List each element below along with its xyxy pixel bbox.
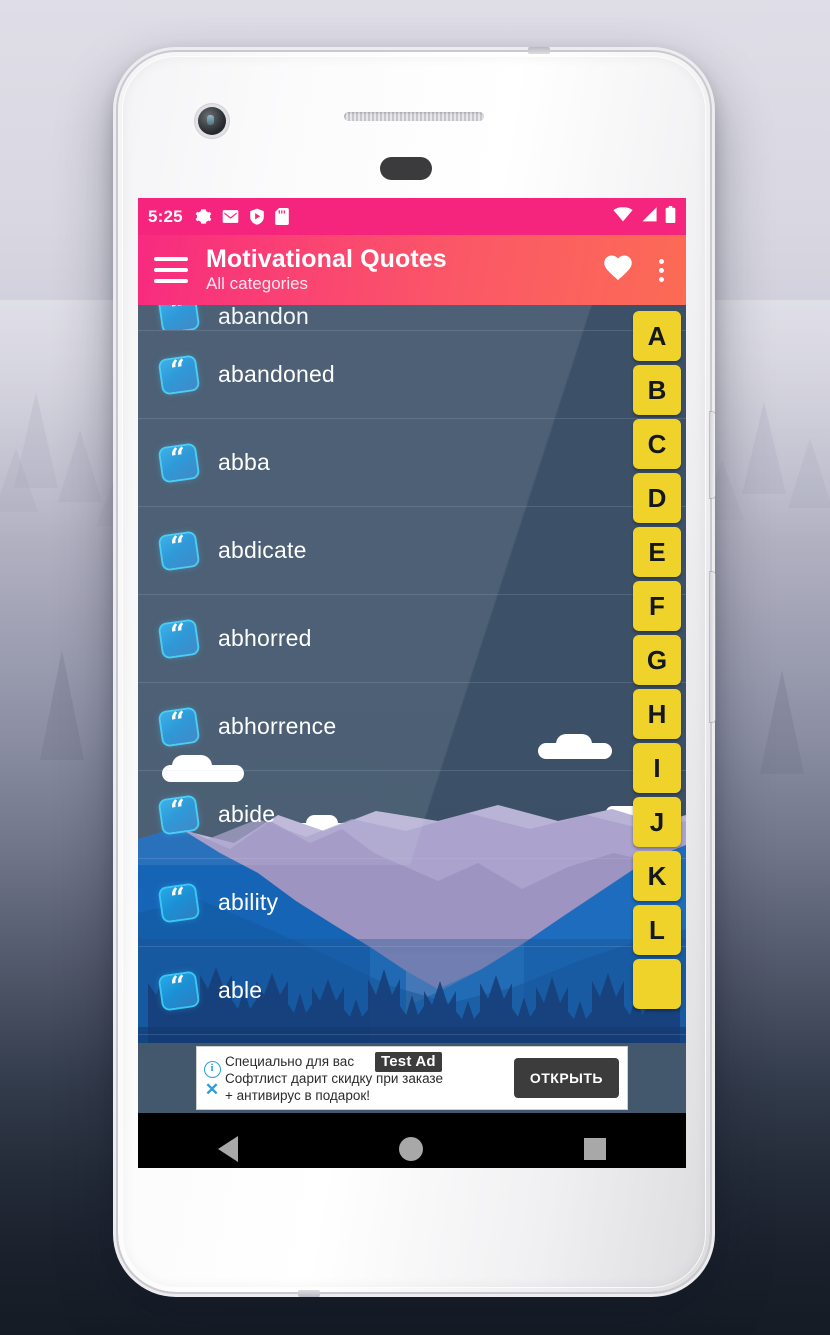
- app-bar-actions: [603, 254, 670, 286]
- alpha-tile-k[interactable]: K: [633, 851, 681, 901]
- info-icon[interactable]: i: [203, 1060, 221, 1078]
- back-triangle-icon[interactable]: [218, 1136, 239, 1162]
- list-item-label: abdicate: [218, 537, 307, 563]
- phone-device: 5:25 Motivational Quotes All categories …: [118, 47, 715, 1297]
- list-item-label: abandoned: [218, 361, 335, 387]
- list-item-label: abhorred: [218, 625, 312, 651]
- list-item[interactable]: “ abandoned: [138, 331, 686, 419]
- quote-mark-icon: “: [159, 969, 199, 1009]
- front-camera-icon: [198, 107, 226, 135]
- status-bar-right-icons: [613, 205, 676, 228]
- fog-tree: [760, 670, 804, 774]
- fog-tree: [742, 402, 786, 494]
- quote-mark-icon: “: [159, 881, 199, 921]
- quote-mark-icon: “: [159, 617, 199, 657]
- list-item-label: ability: [218, 889, 279, 915]
- list-item-label: abide: [218, 801, 276, 827]
- list-item-label: abandon: [218, 305, 309, 329]
- list-item-label: abhorrence: [218, 713, 337, 739]
- word-list: “ abandon “ abandoned “ abba “ abdicate …: [138, 305, 686, 1035]
- fog-tree: [788, 438, 830, 508]
- battery-icon: [665, 205, 676, 228]
- quote-glyph: “: [168, 353, 189, 387]
- page-title: Motivational Quotes: [206, 245, 447, 274]
- alpha-tile-g[interactable]: G: [633, 635, 681, 685]
- ad-container[interactable]: i ✕ Специально для вас Софтлист дарит ск…: [196, 1046, 628, 1110]
- quote-glyph: “: [168, 441, 189, 475]
- quote-mark-icon: “: [159, 705, 199, 745]
- list-item[interactable]: “ abandon: [138, 305, 686, 331]
- quote-mark-icon: “: [159, 353, 199, 393]
- page-subtitle: All categories: [206, 274, 309, 294]
- quote-glyph: “: [168, 529, 189, 563]
- list-item-label: able: [218, 977, 263, 1003]
- test-ad-badge: Test Ad: [375, 1051, 442, 1072]
- alpha-tile-i[interactable]: I: [633, 743, 681, 793]
- list-item[interactable]: “ abhorred: [138, 595, 686, 683]
- home-circle-icon[interactable]: [398, 1137, 423, 1161]
- alphabet-index[interactable]: A B C D E F G H I J K L: [633, 311, 681, 1009]
- quote-glyph: “: [168, 793, 189, 827]
- list-item-label: abba: [218, 449, 270, 475]
- alpha-tile-f[interactable]: F: [633, 581, 681, 631]
- alpha-tile-h[interactable]: H: [633, 689, 681, 739]
- volume-rocker-button[interactable]: [710, 572, 715, 722]
- quote-glyph: “: [168, 705, 189, 739]
- play-protect-icon: [249, 208, 265, 225]
- alpha-tile-a[interactable]: A: [633, 311, 681, 361]
- antenna-line-bottom: [298, 1290, 320, 1297]
- android-navigation-bar: [138, 1113, 686, 1168]
- more-vertical-icon[interactable]: [653, 255, 670, 286]
- ad-cta-button[interactable]: ОТКРЫТЬ: [513, 1058, 619, 1098]
- quote-mark-icon: “: [159, 305, 199, 330]
- ad-line-1: Специально для вас: [225, 1053, 355, 1069]
- alpha-tile-c[interactable]: C: [633, 419, 681, 469]
- app-bar: Motivational Quotes All categories: [138, 235, 686, 305]
- heart-icon[interactable]: [603, 254, 633, 286]
- status-bar: 5:25: [138, 198, 686, 235]
- cell-signal-icon: [640, 206, 658, 227]
- earpiece-speaker: [344, 112, 484, 121]
- list-item[interactable]: “ abide: [138, 771, 686, 859]
- sd-card-icon: [275, 208, 289, 225]
- list-item[interactable]: “ abba: [138, 419, 686, 507]
- quote-mark-icon: “: [159, 441, 199, 481]
- quote-glyph: “: [168, 881, 189, 915]
- alpha-tile-b[interactable]: B: [633, 365, 681, 415]
- wifi-icon: [613, 206, 633, 227]
- hamburger-menu-icon[interactable]: [154, 257, 188, 283]
- fog-tree: [40, 650, 84, 760]
- ad-controls: i ✕: [197, 1047, 225, 1109]
- close-x-icon[interactable]: ✕: [205, 1081, 219, 1098]
- ad-text: Специально для вас Софтлист дарит скидку…: [225, 1051, 514, 1104]
- antenna-line-top: [528, 47, 550, 54]
- fog-tree: [0, 448, 38, 512]
- phone-screen: 5:25 Motivational Quotes All categories …: [138, 198, 686, 1168]
- alpha-tile-next[interactable]: [633, 959, 681, 1009]
- list-item[interactable]: “ abdicate: [138, 507, 686, 595]
- alpha-tile-e[interactable]: E: [633, 527, 681, 577]
- power-button[interactable]: [710, 412, 715, 498]
- alpha-tile-l[interactable]: L: [633, 905, 681, 955]
- ad-line-2: Софтлист дарит скидку при заказе: [225, 1070, 443, 1086]
- ad-line-3: + антивирус в подарок!: [225, 1087, 370, 1103]
- quote-glyph: “: [168, 305, 189, 326]
- quote-mark-icon: “: [159, 793, 199, 833]
- app-bar-titles: Motivational Quotes All categories: [206, 245, 447, 294]
- alpha-tile-d[interactable]: D: [633, 473, 681, 523]
- word-list-container[interactable]: “ abandon “ abandoned “ abba “ abdicate …: [138, 305, 686, 1043]
- status-time: 5:25: [148, 206, 183, 226]
- quote-mark-icon: “: [159, 529, 199, 569]
- alpha-tile-j[interactable]: J: [633, 797, 681, 847]
- settings-gear-icon: [195, 208, 212, 225]
- list-item[interactable]: “ abhorrence: [138, 683, 686, 771]
- proximity-sensor: [380, 157, 432, 180]
- recents-square-icon[interactable]: [583, 1138, 606, 1160]
- quote-glyph: “: [168, 617, 189, 651]
- list-item[interactable]: “ ability: [138, 859, 686, 947]
- list-item[interactable]: “ able: [138, 947, 686, 1035]
- gmail-icon: [222, 209, 239, 224]
- ad-banner[interactable]: i ✕ Специально для вас Софтлист дарит ск…: [138, 1043, 686, 1113]
- quote-glyph: “: [168, 969, 189, 1003]
